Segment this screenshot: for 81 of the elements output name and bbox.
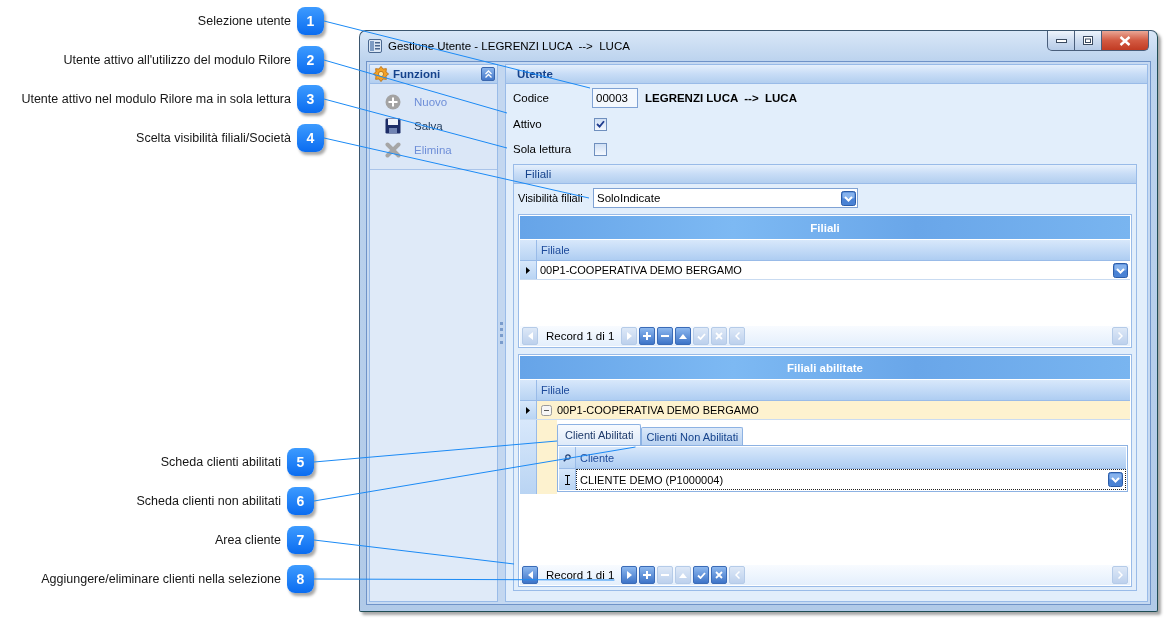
grid-caption: Filiali abilitate bbox=[520, 356, 1130, 379]
plus-icon bbox=[643, 332, 652, 340]
callout-number: 1 bbox=[297, 7, 324, 35]
add-button[interactable] bbox=[639, 327, 656, 345]
search-icon bbox=[563, 453, 571, 462]
callout-number: 8 bbox=[287, 565, 314, 593]
up-triangle-icon bbox=[679, 333, 688, 339]
callout-number: 4 bbox=[297, 124, 324, 152]
cross-icon bbox=[385, 142, 401, 158]
field-label: Sola lettura bbox=[513, 143, 573, 155]
grip-icon bbox=[500, 322, 503, 344]
minus-icon bbox=[661, 335, 670, 337]
branch-name: 00P1-COOPERATIVA DEMO BERGAMO bbox=[557, 404, 759, 416]
callout-number: 3 bbox=[297, 85, 324, 113]
grid-caption: Filiali bbox=[520, 216, 1130, 239]
up-button[interactable] bbox=[675, 327, 692, 345]
callout-label: Aggiungere/eliminare clienti nella selezione bbox=[41, 572, 281, 586]
group-header: Filiali bbox=[514, 165, 1136, 184]
column-header: Filiale bbox=[540, 383, 571, 398]
callout-label: Scheda clienti non abilitati bbox=[136, 494, 281, 508]
minimize-icon bbox=[1055, 38, 1067, 43]
right-triangle-icon bbox=[626, 332, 632, 340]
previous-button[interactable] bbox=[522, 566, 538, 584]
callout-label: Utente attivo all'utilizzo del modulo Rilore bbox=[63, 53, 291, 67]
close-icon bbox=[1119, 35, 1131, 46]
field-label: Attivo bbox=[513, 118, 543, 130]
double-chevron-up-icon bbox=[484, 70, 492, 78]
callout-label: Area cliente bbox=[215, 533, 281, 547]
plus-icon bbox=[643, 571, 652, 579]
chevron-left-icon bbox=[734, 332, 740, 340]
cancel-button[interactable] bbox=[711, 566, 728, 584]
panel-title: Funzioni bbox=[393, 68, 442, 80]
minus-icon bbox=[661, 574, 670, 576]
checkmark-icon bbox=[696, 332, 706, 340]
field-label: Codice bbox=[513, 92, 550, 104]
callout-number: 6 bbox=[287, 487, 314, 515]
minimize-button[interactable] bbox=[1047, 31, 1075, 51]
callout-label: Selezione utente bbox=[197, 14, 291, 28]
checkbox[interactable] bbox=[594, 117, 607, 131]
add-button[interactable] bbox=[639, 566, 656, 584]
code-field[interactable]: 00003 bbox=[592, 88, 638, 108]
window-title: Gestione Utente - LEGRENZI LUCA --> LUCA bbox=[388, 40, 630, 52]
checkmark-icon bbox=[696, 571, 706, 579]
callout-number: 7 bbox=[287, 526, 314, 554]
next-button[interactable] bbox=[621, 566, 638, 584]
remove-button[interactable] bbox=[657, 327, 674, 345]
gear-icon bbox=[373, 66, 389, 82]
callout-label: Scelta visibilità filiali/Società bbox=[136, 131, 291, 145]
checkmark-icon bbox=[596, 120, 605, 128]
up-triangle-icon bbox=[679, 572, 688, 578]
record-counter: Record 1 di 1 bbox=[546, 569, 615, 581]
left-triangle-icon bbox=[527, 332, 533, 340]
callout-label: Scheda clienti abilitati bbox=[160, 455, 281, 469]
cross-icon bbox=[715, 332, 724, 340]
column-header: Filiale bbox=[540, 243, 571, 258]
form-icon bbox=[368, 39, 382, 53]
record-counter: Record 1 di 1 bbox=[546, 330, 615, 342]
chevron-right-icon bbox=[1117, 332, 1123, 340]
table-row[interactable]: 00P1-COOPERATIVA DEMO BERGAMO bbox=[520, 401, 1130, 420]
chevron-right-icon bbox=[1117, 571, 1123, 579]
callout-label: Utente attivo nel modulo Rilore ma in sola lettura bbox=[21, 92, 291, 106]
maximize-icon bbox=[1083, 36, 1093, 45]
callout-number: 2 bbox=[297, 46, 324, 74]
cross-icon bbox=[715, 571, 724, 579]
tab[interactable]: Clienti Abilitati bbox=[557, 424, 642, 445]
plus-circle-icon bbox=[385, 94, 401, 110]
visibility-dropdown[interactable]: SoloIndicate bbox=[593, 188, 858, 208]
collapse-button[interactable] bbox=[481, 67, 495, 81]
maximize-button[interactable] bbox=[1075, 31, 1102, 51]
tab[interactable]: Clienti Non Abilitati bbox=[641, 427, 744, 445]
cell-dropdown[interactable]: CLIENTE DEMO (P1000004) bbox=[576, 469, 1126, 490]
close-button[interactable] bbox=[1102, 31, 1149, 51]
field-label: Visibilità filiali bbox=[518, 192, 584, 204]
left-triangle-icon bbox=[527, 571, 533, 579]
chevron-left-icon bbox=[734, 571, 740, 579]
checkbox[interactable] bbox=[594, 142, 607, 156]
column-header: Cliente bbox=[579, 450, 616, 466]
right-triangle-icon bbox=[626, 571, 632, 579]
confirm-button[interactable] bbox=[693, 566, 710, 584]
user-name-text: LEGRENZI LUCA --> LUCA bbox=[645, 92, 797, 104]
callout-number: 5 bbox=[287, 448, 314, 476]
